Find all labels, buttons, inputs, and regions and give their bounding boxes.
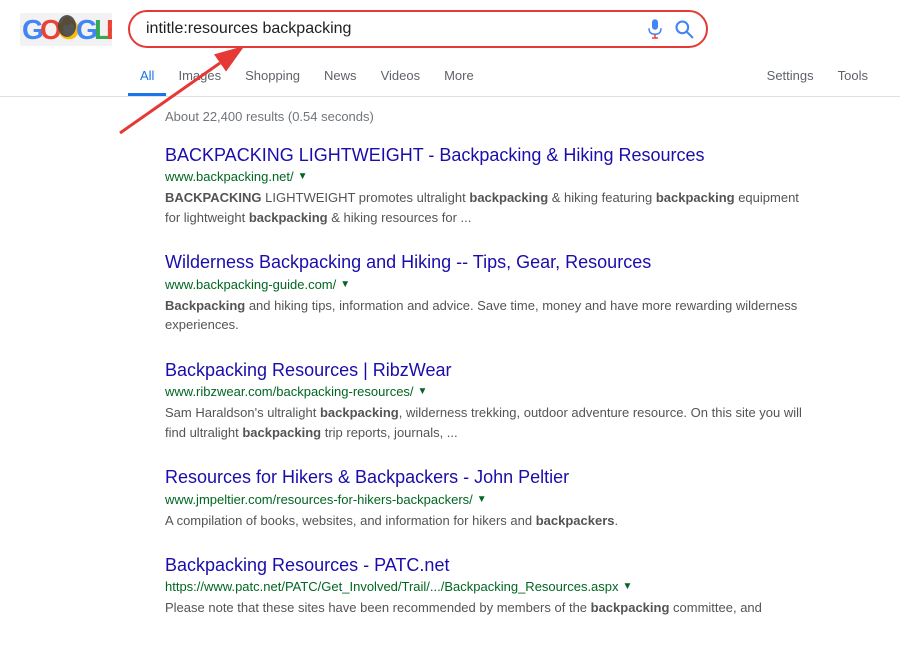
mic-icon[interactable] xyxy=(646,18,664,40)
result-url-dropdown[interactable]: ▼ xyxy=(340,279,350,290)
result-url: www.backpacking.net/ xyxy=(165,169,294,184)
search-submit-icon[interactable] xyxy=(674,19,694,39)
svg-text:E: E xyxy=(106,14,112,45)
result-snippet: Please note that these sites have been r… xyxy=(165,598,805,618)
tab-videos[interactable]: Videos xyxy=(369,58,433,96)
header-top: G O O G L E intitle:res xyxy=(20,10,880,58)
tab-shopping[interactable]: Shopping xyxy=(233,58,312,96)
tab-settings[interactable]: Settings xyxy=(755,58,826,96)
result-url-line: www.backpacking.net/ ▼ xyxy=(165,169,880,184)
result-link[interactable]: Backpacking Resources - PATC.net xyxy=(165,555,449,575)
result-title: Resources for Hikers & Backpackers - Joh… xyxy=(165,466,880,489)
result-url-line: www.backpacking-guide.com/ ▼ xyxy=(165,277,880,292)
result-item: Backpacking Resources - PATC.net https:/… xyxy=(165,554,880,618)
result-title: Backpacking Resources - PATC.net xyxy=(165,554,880,577)
result-title: Wilderness Backpacking and Hiking -- Tip… xyxy=(165,251,880,274)
result-url: https://www.patc.net/PATC/Get_Involved/T… xyxy=(165,579,619,594)
tab-more[interactable]: More xyxy=(432,58,486,96)
result-snippet: BACKPACKING LIGHTWEIGHT promotes ultrali… xyxy=(165,188,805,227)
main-content: About 22,400 results (0.54 seconds) BACK… xyxy=(0,97,900,662)
result-title: Backpacking Resources | RibzWear xyxy=(165,359,880,382)
result-url-line: https://www.patc.net/PATC/Get_Involved/T… xyxy=(165,579,880,594)
header: G O O G L E intitle:res xyxy=(0,0,900,97)
tab-news[interactable]: News xyxy=(312,58,369,96)
result-link[interactable]: BACKPACKING LIGHTWEIGHT - Backpacking & … xyxy=(165,145,705,165)
result-snippet: Sam Haraldson's ultralight backpacking, … xyxy=(165,403,805,442)
result-url: www.ribzwear.com/backpacking-resources/ xyxy=(165,384,414,399)
result-url: www.jmpeltier.com/resources-for-hikers-b… xyxy=(165,492,473,507)
result-url-dropdown[interactable]: ▼ xyxy=(298,171,308,182)
result-url-dropdown[interactable]: ▼ xyxy=(418,386,428,397)
result-item: Wilderness Backpacking and Hiking -- Tip… xyxy=(165,251,880,334)
result-url: www.backpacking-guide.com/ xyxy=(165,277,336,292)
result-item: Backpacking Resources | RibzWear www.rib… xyxy=(165,359,880,442)
result-link[interactable]: Wilderness Backpacking and Hiking -- Tip… xyxy=(165,252,651,272)
search-bar-wrapper: intitle:resources backpacking xyxy=(128,10,708,48)
result-item: Resources for Hikers & Backpackers - Joh… xyxy=(165,466,880,530)
results-count: About 22,400 results (0.54 seconds) xyxy=(165,109,880,124)
result-url-line: www.ribzwear.com/backpacking-resources/ … xyxy=(165,384,880,399)
result-item: BACKPACKING LIGHTWEIGHT - Backpacking & … xyxy=(165,144,880,227)
result-title: BACKPACKING LIGHTWEIGHT - Backpacking & … xyxy=(165,144,880,167)
result-url-line: www.jmpeltier.com/resources-for-hikers-b… xyxy=(165,492,880,507)
tab-all[interactable]: All xyxy=(128,58,166,96)
result-url-dropdown[interactable]: ▼ xyxy=(623,581,633,592)
result-url-dropdown[interactable]: ▼ xyxy=(477,494,487,505)
search-input[interactable]: intitle:resources backpacking xyxy=(128,10,708,48)
result-snippet: Backpacking and hiking tips, information… xyxy=(165,296,805,335)
result-snippet: A compilation of books, websites, and in… xyxy=(165,511,805,531)
result-link[interactable]: Resources for Hikers & Backpackers - Joh… xyxy=(165,467,569,487)
google-logo: G O O G L E xyxy=(20,13,112,46)
tab-images[interactable]: Images xyxy=(166,58,233,96)
search-icons xyxy=(646,18,694,40)
nav-tabs: All Images Shopping News Videos More Set… xyxy=(128,58,880,96)
tab-tools[interactable]: Tools xyxy=(826,58,880,96)
result-link[interactable]: Backpacking Resources | RibzWear xyxy=(165,360,451,380)
